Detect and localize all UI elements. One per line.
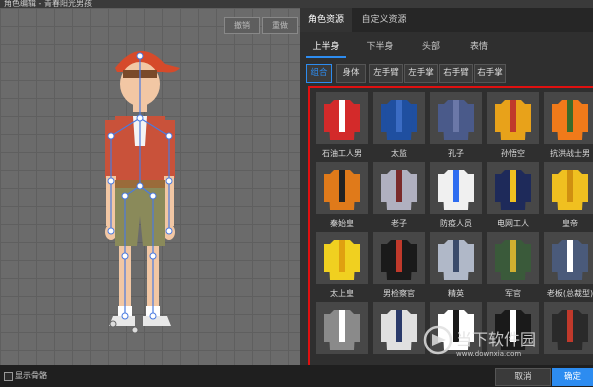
watermark-url: www.downxia.com [456, 350, 521, 358]
costume-item[interactable]: 老板(总裁型) [544, 232, 593, 299]
character-figure[interactable] [85, 36, 195, 336]
costume-icon [438, 170, 474, 210]
costume-label: 石油工人男 [322, 149, 362, 158]
costume-item[interactable]: 太监 [373, 92, 425, 159]
costume-label: 太监 [391, 149, 407, 158]
costume-label: 孙悟空 [501, 149, 525, 158]
costume-item[interactable]: 皇帝 [544, 162, 593, 229]
costume-label: 电网工人 [497, 219, 529, 228]
costume-thumbnail [487, 92, 539, 144]
resource-panel: 角色资源 自定义资源 上半身 下半身 头部 表情 组合 身体 左手臂 左手掌 右… [300, 8, 593, 368]
costume-thumbnail [487, 232, 539, 284]
tab-character-resources[interactable]: 角色资源 [300, 8, 352, 32]
costume-thumbnail [430, 92, 482, 144]
subtab-right-arm[interactable]: 右手臂 [439, 64, 473, 83]
subtab-left-arm[interactable]: 左手臂 [369, 64, 403, 83]
costume-item[interactable]: 军官 [487, 232, 539, 299]
costume-label: 精英 [448, 289, 464, 298]
costume-thumbnail [316, 302, 368, 354]
tab-head[interactable]: 头部 [414, 38, 448, 56]
costume-item[interactable]: 男检察官 [373, 232, 425, 299]
costume-item[interactable]: 石油工人男 [316, 92, 368, 159]
costume-icon [438, 240, 474, 280]
costume-thumbnail [430, 232, 482, 284]
costume-item[interactable]: 太上皇 [316, 232, 368, 299]
costume-thumbnail [544, 162, 593, 214]
costume-label: 老子 [391, 219, 407, 228]
costume-icon [381, 170, 417, 210]
subtab-right-hand[interactable]: 右手掌 [474, 64, 506, 83]
costume-icon [324, 310, 360, 350]
costume-label: 男检察官 [383, 289, 415, 298]
costume-icon [495, 170, 531, 210]
costume-icon [552, 100, 588, 140]
tab-expression[interactable]: 表情 [462, 38, 496, 56]
costume-label: 秦始皇 [330, 219, 354, 228]
subtab-left-hand[interactable]: 左手掌 [404, 64, 438, 83]
costume-item[interactable]: 秦始皇 [316, 162, 368, 229]
costume-thumbnail [373, 232, 425, 284]
costume-item[interactable]: 精英 [430, 232, 482, 299]
costume-thumbnail [544, 232, 593, 284]
costume-icon [438, 100, 474, 140]
costume-label: 孔子 [448, 149, 464, 158]
cancel-button[interactable]: 取消 [495, 368, 551, 386]
tab-lower-body[interactable]: 下半身 [360, 38, 400, 56]
costume-thumbnail [316, 232, 368, 284]
costume-thumbnail [373, 162, 425, 214]
costume-thumbnail [544, 92, 593, 144]
title-bar: 角色编辑 - 青春阳光男孩 [0, 0, 593, 8]
costume-icon [495, 240, 531, 280]
costume-icon [495, 100, 531, 140]
category-tabs: 上半身 下半身 头部 表情 [300, 38, 593, 58]
subtab-body[interactable]: 身体 [336, 64, 366, 83]
confirm-button[interactable]: 确定 [552, 368, 593, 386]
costume-item[interactable]: 电网工人 [487, 162, 539, 229]
costume-icon [324, 170, 360, 210]
costume-label: 老板(总裁型) [546, 289, 593, 298]
costume-label: 抗洪战士男 [550, 149, 590, 158]
costume-item[interactable] [316, 302, 368, 354]
costume-thumbnail [316, 92, 368, 144]
resource-tabs: 角色资源 自定义资源 [300, 8, 593, 32]
subtab-combo[interactable]: 组合 [306, 64, 332, 83]
costume-label: 太上皇 [330, 289, 354, 298]
costume-item[interactable]: 孙悟空 [487, 92, 539, 159]
costume-icon [381, 100, 417, 140]
costume-thumbnail [430, 162, 482, 214]
redo-button[interactable]: 重做 [262, 17, 298, 34]
costume-thumbnail [373, 92, 425, 144]
costume-icon [381, 240, 417, 280]
watermark-logo: 当下软件园 www.downxia.com [423, 325, 536, 358]
costume-icon [552, 240, 588, 280]
costume-icon [324, 100, 360, 140]
tab-upper-body[interactable]: 上半身 [306, 38, 346, 58]
costume-item[interactable]: 防疫人员 [430, 162, 482, 229]
tab-custom-resources[interactable]: 自定义资源 [354, 8, 414, 32]
costume-label: 防疫人员 [440, 219, 472, 228]
undo-button[interactable]: 撤销 [224, 17, 260, 34]
show-bones-checkbox[interactable] [4, 372, 13, 381]
costume-icon [324, 240, 360, 280]
watermark-text: 当下软件园 [456, 330, 536, 349]
costume-item[interactable]: 老子 [373, 162, 425, 229]
costume-thumbnail [316, 162, 368, 214]
costume-icon [552, 170, 588, 210]
costume-thumbnail [487, 162, 539, 214]
show-bones-label: 显示骨骼 [15, 371, 47, 380]
character-canvas[interactable]: 撤销 重做 [0, 8, 300, 365]
costume-item[interactable]: 抗洪战士男 [544, 92, 593, 159]
costume-item[interactable]: 孔子 [430, 92, 482, 159]
subcategory-tabs: 组合 身体 左手臂 左手掌 右手臂 右手掌 [300, 64, 593, 84]
costume-label: 皇帝 [562, 219, 578, 228]
costume-label: 军官 [505, 289, 521, 298]
bottom-bar: 显示骨骼 取消 确定 [0, 365, 593, 387]
